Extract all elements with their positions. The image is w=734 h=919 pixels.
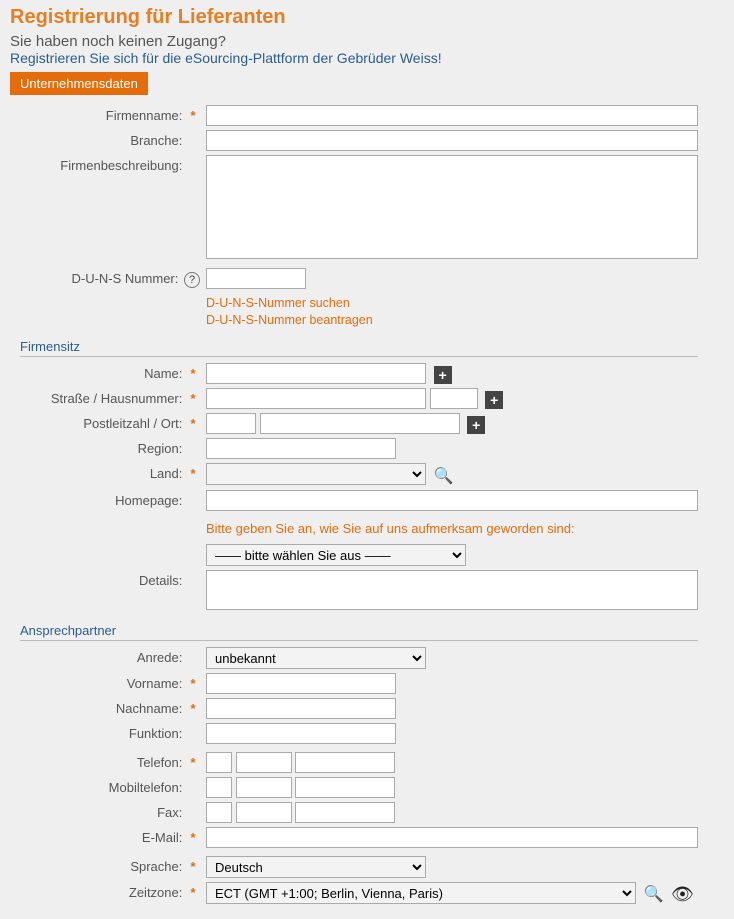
subtitle-question: Sie haben noch keinen Zugang? — [10, 33, 724, 50]
anrede-label: Anrede: — [137, 650, 183, 665]
hausnummer-input[interactable] — [430, 388, 478, 409]
funktion-label: Funktion: — [129, 726, 182, 741]
funktion-input[interactable] — [206, 723, 396, 744]
required-star: * — [186, 755, 200, 770]
zeitzone-label: Zeitzone: — [129, 885, 182, 900]
strasse-input[interactable] — [206, 388, 426, 409]
required-star: * — [186, 885, 200, 900]
spacer — [186, 133, 200, 148]
spacer — [186, 158, 200, 173]
plz-input[interactable] — [206, 413, 256, 434]
mobil-country-input[interactable] — [206, 777, 232, 798]
mobil-area-input[interactable] — [236, 777, 292, 798]
details-label: Details: — [139, 573, 182, 588]
duns-input[interactable] — [206, 268, 306, 289]
fax-country-input[interactable] — [206, 802, 232, 823]
firmensitz-heading: Firmensitz — [20, 339, 698, 357]
spacer — [186, 493, 200, 508]
spacer — [186, 805, 200, 820]
search-icon[interactable]: 🔍 — [434, 468, 454, 485]
ort-input[interactable] — [260, 413, 460, 434]
spacer — [186, 518, 200, 533]
spacer — [186, 650, 200, 665]
required-star: * — [186, 701, 200, 716]
vorname-label: Vorname: — [127, 676, 183, 691]
duns-request-link[interactable]: D-U-N-S-Nummer beantragen — [206, 312, 698, 329]
form-area: Firmenname: * Branche: Firmenbeschreibun… — [10, 95, 724, 919]
fs-name-label: Name: — [144, 366, 182, 381]
page-title: Registrierung für Lieferanten — [10, 6, 724, 29]
required-star: * — [186, 830, 200, 845]
branche-input[interactable] — [206, 130, 698, 151]
required-star: * — [186, 676, 200, 691]
details-textarea[interactable] — [206, 570, 698, 610]
awareness-select[interactable]: —— bitte wählen Sie aus —— — [206, 544, 466, 566]
subtitle-instruction: Registrieren Sie sich für die eSourcing-… — [10, 50, 724, 66]
help-icon[interactable]: ? — [184, 272, 200, 288]
ansprechpartner-heading: Ansprechpartner — [20, 623, 698, 641]
land-label: Land: — [150, 466, 183, 481]
fax-number-input[interactable] — [295, 802, 395, 823]
mobil-label: Mobiltelefon: — [109, 780, 183, 795]
required-star: * — [186, 466, 200, 481]
fax-area-input[interactable] — [236, 802, 292, 823]
plus-icon[interactable]: + — [434, 366, 452, 384]
anrede-select[interactable]: unbekannt — [206, 647, 426, 669]
required-star: * — [186, 391, 200, 406]
land-select[interactable] — [206, 463, 426, 485]
search-icon[interactable]: 🔍 — [644, 886, 664, 903]
telefon-number-input[interactable] — [295, 752, 395, 773]
email-input[interactable] — [206, 827, 698, 848]
awareness-prompt: Bitte geben Sie an, wie Sie auf uns aufm… — [206, 521, 698, 536]
zeitzone-select[interactable]: ECT (GMT +1:00; Berlin, Vienna, Paris) — [206, 882, 636, 904]
required-star: * — [186, 366, 200, 381]
sprache-select[interactable]: Deutsch — [206, 856, 426, 878]
plz-label: Postleitzahl / Ort: — [83, 416, 182, 431]
telefon-country-input[interactable] — [206, 752, 232, 773]
region-input[interactable] — [206, 438, 396, 459]
homepage-input[interactable] — [206, 490, 698, 511]
email-label: E-Mail: — [142, 830, 182, 845]
sprache-label: Sprache: — [130, 859, 182, 874]
firmenname-input[interactable] — [206, 105, 698, 126]
tab-bar: Unternehmensdaten — [10, 72, 724, 95]
firmenbeschreibung-textarea[interactable] — [206, 155, 698, 259]
region-label: Region: — [138, 441, 183, 456]
spacer — [186, 780, 200, 795]
plus-icon[interactable]: + — [467, 416, 485, 434]
fs-name-input[interactable] — [206, 363, 426, 384]
eye-icon[interactable]: 👁 — [671, 884, 694, 904]
nachname-label: Nachname: — [116, 701, 182, 716]
spacer — [186, 726, 200, 741]
required-star: * — [186, 859, 200, 874]
plus-icon[interactable]: + — [485, 391, 503, 409]
branche-label: Branche: — [130, 133, 182, 148]
mobil-number-input[interactable] — [295, 777, 395, 798]
tab-unternehmensdaten[interactable]: Unternehmensdaten — [10, 72, 148, 95]
firmenname-label: Firmenname: — [106, 108, 183, 123]
telefon-area-input[interactable] — [236, 752, 292, 773]
spacer — [186, 573, 200, 588]
fax-label: Fax: — [157, 805, 182, 820]
spacer — [186, 547, 200, 562]
duns-label: D-U-N-S Nummer: — [71, 271, 178, 286]
telefon-label: Telefon: — [137, 755, 183, 770]
vorname-input[interactable] — [206, 673, 396, 694]
homepage-label: Homepage: — [115, 493, 182, 508]
firmenbeschreibung-label: Firmenbeschreibung: — [60, 158, 182, 173]
required-star: * — [186, 416, 200, 431]
strasse-label: Straße / Hausnummer: — [51, 391, 183, 406]
duns-search-link[interactable]: D-U-N-S-Nummer suchen — [206, 295, 698, 312]
nachname-input[interactable] — [206, 698, 396, 719]
spacer — [186, 441, 200, 456]
required-star: * — [186, 108, 200, 123]
